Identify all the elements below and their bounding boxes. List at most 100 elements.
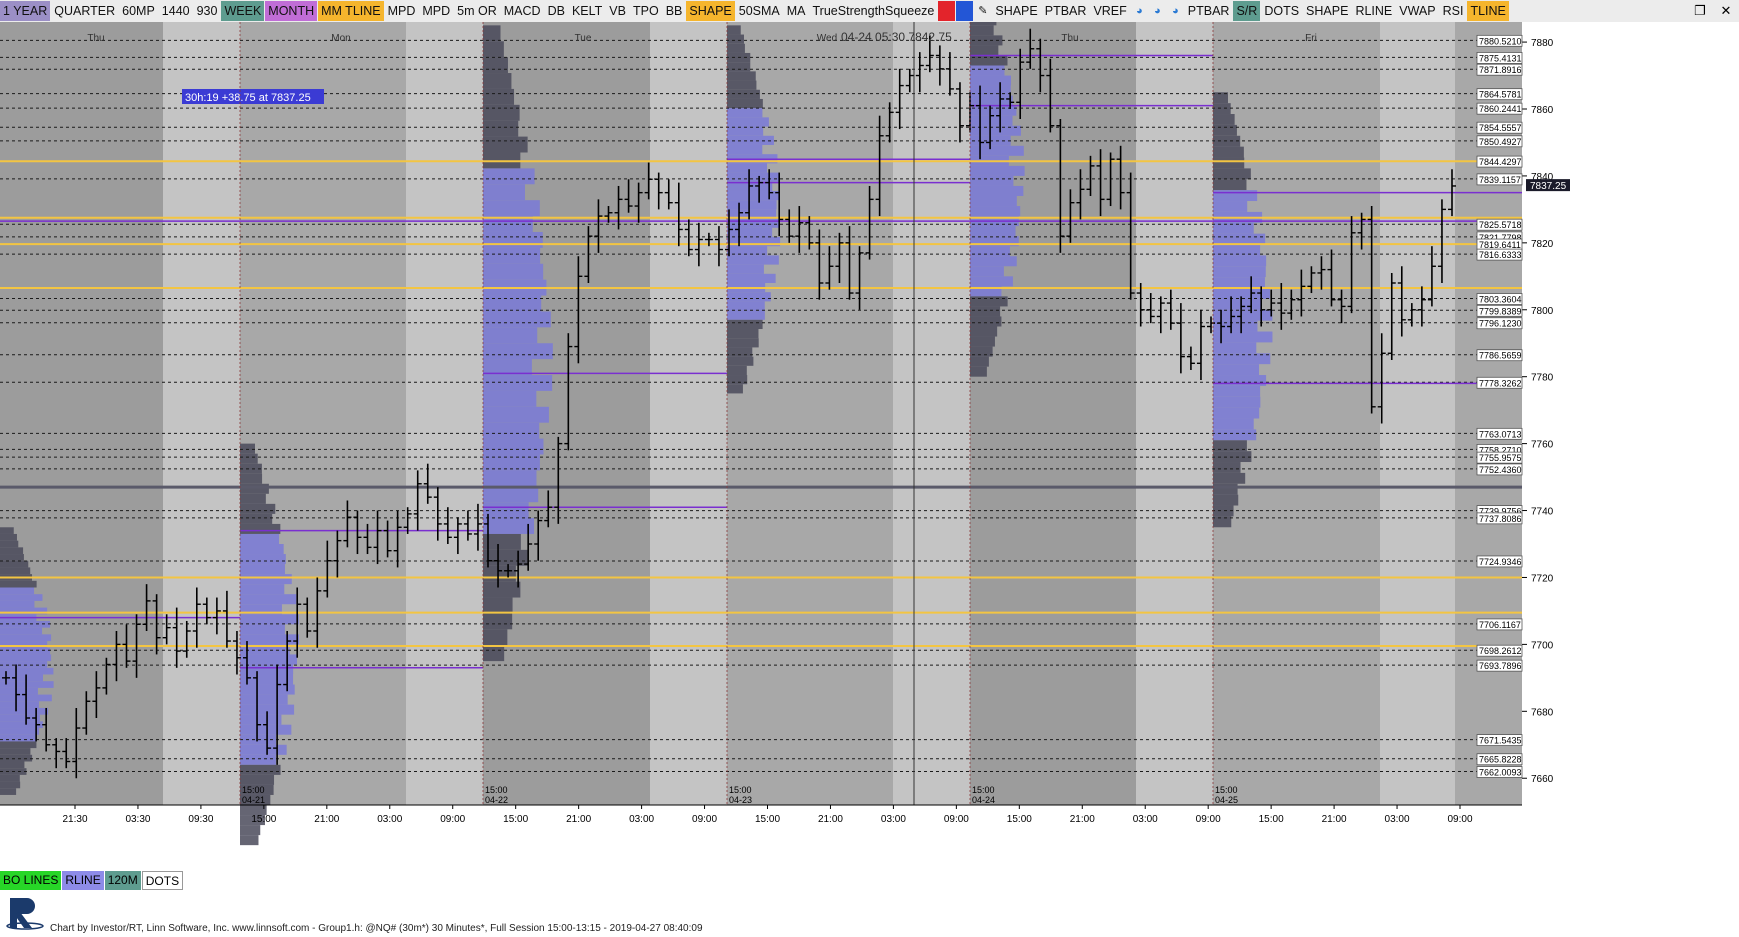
toolbar-button-dots[interactable]: DOTS: [1261, 1, 1302, 21]
volume-profile-bar: [727, 319, 763, 330]
session-time-label: 15:00: [729, 785, 752, 795]
toolbar-button-quarter[interactable]: QUARTER: [51, 1, 118, 21]
price-level-label: 7693.7896: [1479, 661, 1522, 671]
volume-profile-bar: [240, 503, 276, 514]
volume-profile-bar: [727, 98, 763, 109]
volume-profile-bar: [483, 343, 553, 360]
volume-profile-bar: [483, 168, 535, 185]
tag-120m[interactable]: 120M: [104, 871, 141, 890]
toolbar-button-5m-or[interactable]: 5m OR: [454, 1, 500, 21]
toolbar-button-1-year[interactable]: 1 YEAR: [0, 1, 51, 21]
price-level-label: 7665.8228: [1479, 755, 1522, 765]
toolbar-button-kelt[interactable]: KELT: [569, 1, 605, 21]
toolbar-button-db[interactable]: DB: [545, 1, 568, 21]
toolbar-button-week[interactable]: WEEK: [221, 1, 265, 21]
toolbar-button-930[interactable]: 930: [194, 1, 221, 21]
toolbar-button-ptbar[interactable]: PTBAR: [1042, 1, 1090, 21]
toolbar-button-shape[interactable]: SHAPE: [686, 1, 735, 21]
volume-profile-bar: [0, 774, 20, 782]
session-date-label: 04-23: [729, 795, 752, 805]
volume-profile-bar: [970, 95, 1013, 106]
toolbar-button-vwap[interactable]: VWAP: [1396, 1, 1438, 21]
toolbar-button-month[interactable]: MONTH: [265, 1, 318, 21]
toolbar-button-rsi[interactable]: RSI: [1440, 1, 1467, 21]
x-axis-tick-label: 09:00: [944, 814, 969, 825]
close-icon[interactable]: ✕: [1713, 3, 1739, 19]
volume-profile-bar: [483, 184, 525, 201]
toolbar-button-mm-tline[interactable]: MM TLINE: [318, 1, 384, 21]
toolbar-button-rline[interactable]: RLINE: [1352, 1, 1395, 21]
price-level-label: 7880.5210: [1479, 36, 1522, 46]
toolbar-button-tpo[interactable]: TPO: [630, 1, 662, 21]
volume-profile-bar: [970, 165, 1025, 176]
day-label: Thu: [87, 33, 104, 44]
toolbar-button-truestrengthsqueeze[interactable]: TrueStrengthSqueeze: [810, 1, 938, 21]
volume-profile-bar: [1213, 114, 1235, 125]
restore-icon[interactable]: ❐: [1687, 3, 1713, 19]
volume-profile-bar: [727, 117, 769, 127]
volume-profile-bar: [240, 724, 292, 735]
toolbar-button-vb[interactable]: VB: [606, 1, 629, 21]
volume-profile-bar: [240, 453, 258, 464]
toolbar-button-50sma[interactable]: 50SMA: [736, 1, 783, 21]
toolbar-button-shape[interactable]: SHAPE: [992, 1, 1040, 21]
price-chart[interactable]: 7660 7680 7700 7720 7740 7760 7780 7800 7820 7840…: [0, 22, 1739, 922]
volume-profile-bar: [0, 527, 14, 534]
tag-bo-lines[interactable]: BO LINES: [0, 871, 62, 890]
tag-rline[interactable]: RLINE: [62, 871, 104, 890]
rth-zone: [1136, 22, 1213, 805]
toolbar-button-vref[interactable]: VREF: [1090, 1, 1129, 21]
volume-profile-bar: [240, 774, 275, 785]
volume-profile-bar: [1213, 190, 1258, 202]
volume-profile-bar: [970, 356, 989, 367]
volume-profile-bar: [970, 306, 1001, 317]
square-icon[interactable]: [956, 1, 974, 21]
toolbar-button-ptbar[interactable]: PTBAR: [1185, 1, 1233, 21]
toolbar-button-60mp[interactable]: 60MP: [119, 1, 158, 21]
volume-profile-bar: [0, 661, 48, 668]
volume-profile-bar: [483, 549, 528, 566]
x-axis-tick-label: 21:00: [314, 814, 339, 825]
toolbar-button-shape[interactable]: SHAPE: [1303, 1, 1351, 21]
toolbar-button-tline[interactable]: TLINE: [1467, 1, 1509, 21]
toolbar-button-1440[interactable]: 1440: [159, 1, 193, 21]
toolbar-button-mpd[interactable]: MPD: [419, 1, 453, 21]
square-icon[interactable]: [938, 1, 956, 21]
toolbar-button-ma[interactable]: MA: [784, 1, 809, 21]
volume-profile-bar: [483, 41, 504, 58]
volume-profile-bar: [727, 301, 765, 311]
toolbar-button-s-r[interactable]: S/R: [1233, 1, 1261, 21]
price-level-label: 7875.4131: [1479, 53, 1522, 63]
circle-arrow-icon[interactable]: ◕: [1149, 1, 1166, 21]
toolbar-button-bb[interactable]: BB: [663, 1, 686, 21]
pencil-icon[interactable]: ✎: [974, 1, 991, 21]
y-axis-tick-label: 7760: [1531, 440, 1554, 451]
price-level-label: 7724.9346: [1479, 557, 1522, 567]
x-axis-tick-label: 15:00: [1007, 814, 1032, 825]
volume-profile-bar: [240, 533, 280, 544]
circle-arrow-icon[interactable]: ◕: [1167, 1, 1184, 21]
volume-profile-bar: [970, 276, 1013, 287]
tag-dots[interactable]: DOTS: [141, 871, 184, 890]
toolbar-button-mpd[interactable]: MPD: [385, 1, 419, 21]
volume-profile-bar: [1213, 472, 1246, 484]
volume-profile-bar: [970, 55, 1008, 66]
volume-profile-bar: [727, 273, 776, 283]
volume-profile-bar: [483, 422, 540, 439]
volume-profile-bar: [970, 75, 1012, 86]
volume-profile-bar: [727, 338, 759, 348]
rth-zone: [163, 22, 240, 805]
toolbar-button-macd[interactable]: MACD: [501, 1, 544, 21]
circle-arrow-icon[interactable]: ◕: [1131, 1, 1148, 21]
volume-profile-bar: [1213, 483, 1238, 495]
price-level-label: 7819.6411: [1479, 240, 1521, 250]
volume-profile-bar: [727, 172, 780, 182]
x-axis-tick-label: 09:00: [1196, 814, 1221, 825]
volume-profile-bar: [970, 25, 994, 36]
price-level-label: 7755.9575: [1479, 453, 1522, 463]
volume-profile-bar: [1213, 124, 1237, 136]
toolbar: 1 YEAR QUARTER 60MP 1440 930 WEEK MONTH MM TLIN…: [0, 0, 1739, 23]
session-date-label: 04-24: [972, 795, 995, 805]
rth-zone: [1380, 22, 1455, 805]
volume-profile-bar: [483, 247, 541, 264]
